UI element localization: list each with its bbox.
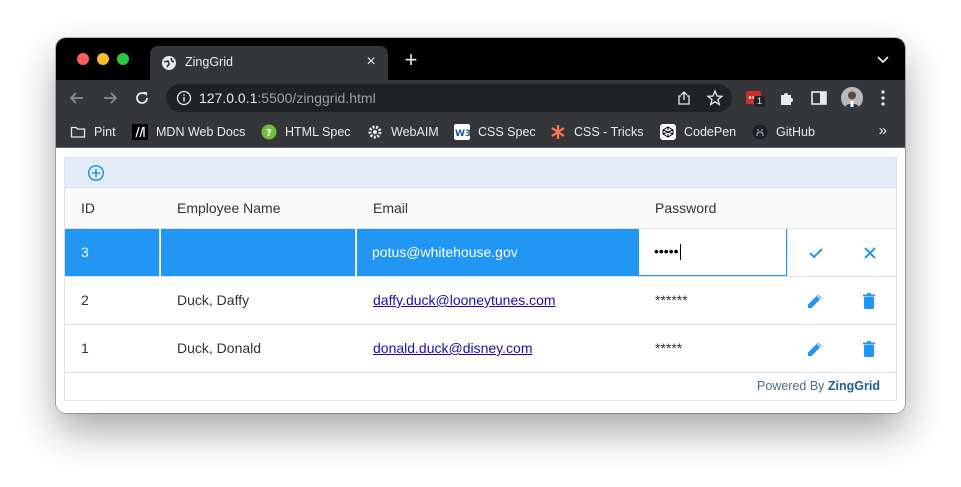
extension-badge: 1 bbox=[754, 96, 766, 107]
password-input[interactable]: ••••• bbox=[638, 229, 787, 276]
bookmark-css-spec[interactable]: W3 CSS Spec bbox=[454, 123, 536, 141]
edit-cell-email[interactable]: potus@whitehouse.gov bbox=[357, 229, 638, 276]
maximize-window-button[interactable] bbox=[117, 53, 129, 65]
bookmark-label: HTML Spec bbox=[285, 125, 351, 139]
cell-email-link[interactable]: daffy.duck@looneytunes.com bbox=[373, 292, 556, 308]
cell-id: 2 bbox=[81, 292, 89, 308]
grid-footer: Powered By ZingGrid bbox=[65, 373, 896, 400]
github-icon bbox=[752, 124, 768, 140]
browser-toolbar: 127.0.0.1:5500/zinggrid.html bbox=[56, 80, 905, 116]
extension-badge-count: 1 bbox=[754, 96, 766, 107]
cell-id: 1 bbox=[81, 340, 89, 356]
save-check-icon[interactable] bbox=[806, 243, 826, 263]
header-password[interactable]: Password bbox=[655, 200, 716, 216]
bookmark-webaim[interactable]: WebAIM bbox=[367, 123, 439, 141]
tab-search-chevron-icon[interactable] bbox=[875, 51, 891, 67]
bookmark-pint[interactable]: Pint bbox=[70, 123, 116, 141]
bookmark-star-icon[interactable] bbox=[706, 89, 724, 107]
header-employee-name[interactable]: Employee Name bbox=[177, 200, 281, 216]
table-row: 2 Duck, Daffy daffy.duck@looneytunes.com… bbox=[65, 277, 896, 325]
cell-employee-name: Duck, Daffy bbox=[177, 292, 250, 308]
back-arrow-icon[interactable] bbox=[67, 88, 87, 108]
add-record-plus-icon[interactable] bbox=[87, 164, 105, 182]
cell-id: 3 bbox=[81, 244, 89, 260]
extensions-puzzle-icon[interactable] bbox=[777, 88, 797, 108]
cancel-x-icon[interactable] bbox=[860, 243, 880, 263]
css-tricks-star-icon bbox=[550, 124, 566, 140]
reload-icon[interactable] bbox=[132, 88, 152, 108]
bookmark-label: CodePen bbox=[684, 125, 737, 139]
edit-actions-cell bbox=[787, 229, 896, 276]
powered-by-brand: ZingGrid bbox=[827, 379, 880, 393]
close-window-button[interactable] bbox=[77, 53, 89, 65]
address-bar[interactable]: 127.0.0.1:5500/zinggrid.html bbox=[166, 84, 732, 112]
webaim-gear-icon bbox=[367, 124, 383, 140]
bookmark-label: CSS - Tricks bbox=[574, 125, 644, 139]
folder-icon bbox=[70, 124, 86, 140]
tab-title: ZingGrid bbox=[185, 55, 233, 69]
browser-window: ZingGrid × + 127.0.0.1:5500/zinggrid.htm… bbox=[56, 38, 905, 413]
table-row: 1 Duck, Donald donald.duck@disney.com **… bbox=[65, 325, 896, 373]
tab-close-button[interactable]: × bbox=[362, 52, 380, 72]
cell-employee-name: Duck, Donald bbox=[177, 340, 262, 356]
powered-by-text[interactable]: Powered By ZingGrid bbox=[757, 379, 880, 393]
url-text: 127.0.0.1:5500/zinggrid.html bbox=[199, 90, 376, 106]
password-dots: ••••• bbox=[654, 243, 679, 259]
tab-zinggrid[interactable]: ZingGrid × bbox=[150, 46, 388, 80]
mdn-icon bbox=[132, 124, 148, 140]
forward-arrow-icon[interactable] bbox=[100, 88, 120, 108]
url-host: 127.0.0.1 bbox=[199, 90, 258, 106]
site-info-icon[interactable] bbox=[176, 90, 192, 106]
edit-pencil-icon[interactable] bbox=[805, 339, 825, 359]
bookmark-html-spec[interactable]: ? HTML Spec bbox=[261, 123, 351, 141]
minimize-window-button[interactable] bbox=[97, 53, 109, 65]
password-input-value: ••••• bbox=[654, 243, 681, 261]
delete-trash-icon[interactable] bbox=[859, 291, 879, 311]
bookmark-label: MDN Web Docs bbox=[156, 125, 246, 139]
delete-trash-icon[interactable] bbox=[859, 339, 879, 359]
bookmark-label: GitHub bbox=[776, 125, 815, 139]
more-menu-icon[interactable] bbox=[873, 88, 893, 108]
bookmark-mdn[interactable]: MDN Web Docs bbox=[132, 123, 245, 141]
share-icon[interactable] bbox=[676, 90, 692, 106]
bookmarks-overflow-button[interactable]: » bbox=[879, 122, 887, 139]
grid-caption-bar bbox=[65, 158, 896, 188]
side-panel-icon[interactable] bbox=[809, 88, 829, 108]
tab-strip: ZingGrid × + bbox=[56, 38, 905, 80]
grid-header-row: ID Employee Name Email Password bbox=[65, 188, 896, 229]
bookmark-label: Pint bbox=[94, 125, 116, 139]
header-id[interactable]: ID bbox=[81, 200, 95, 216]
cell-password: ****** bbox=[655, 292, 688, 308]
new-tab-button[interactable]: + bbox=[401, 49, 421, 71]
edit-pencil-icon[interactable] bbox=[805, 291, 825, 311]
edit-cell-employee-name[interactable] bbox=[161, 229, 356, 276]
bookmark-css-tricks[interactable]: CSS - Tricks bbox=[550, 123, 643, 141]
bookmark-label: WebAIM bbox=[391, 125, 439, 139]
bookmark-github[interactable]: GitHub bbox=[752, 123, 815, 141]
cell-password: ***** bbox=[655, 340, 683, 356]
powered-by-prefix: Powered By bbox=[757, 379, 825, 393]
url-path: :5500/zinggrid.html bbox=[257, 90, 376, 106]
zinggrid-table: ID Employee Name Email Password 3 potus@… bbox=[64, 157, 897, 401]
cell-email: potus@whitehouse.gov bbox=[372, 244, 518, 260]
bookmark-codepen[interactable]: CodePen bbox=[660, 123, 736, 141]
globe-icon bbox=[162, 56, 176, 70]
text-caret bbox=[679, 244, 681, 261]
page-content: ID Employee Name Email Password 3 potus@… bbox=[56, 149, 905, 413]
svg-text:?: ? bbox=[266, 128, 272, 139]
bookmark-label: CSS Spec bbox=[478, 125, 536, 139]
svg-text:W3: W3 bbox=[455, 129, 470, 139]
profile-avatar[interactable] bbox=[841, 87, 863, 109]
codepen-icon bbox=[660, 124, 676, 140]
whatwg-icon: ? bbox=[261, 124, 277, 140]
w3c-icon: W3 bbox=[454, 124, 471, 140]
cell-email-link[interactable]: donald.duck@disney.com bbox=[373, 340, 532, 356]
edit-cell-id[interactable]: 3 bbox=[65, 229, 160, 276]
bookmarks-bar: Pint MDN Web Docs ? HTML Spec WebAIM W3 … bbox=[56, 116, 905, 148]
header-email[interactable]: Email bbox=[373, 200, 408, 216]
table-row-editing: 3 potus@whitehouse.gov ••••• bbox=[65, 229, 896, 277]
